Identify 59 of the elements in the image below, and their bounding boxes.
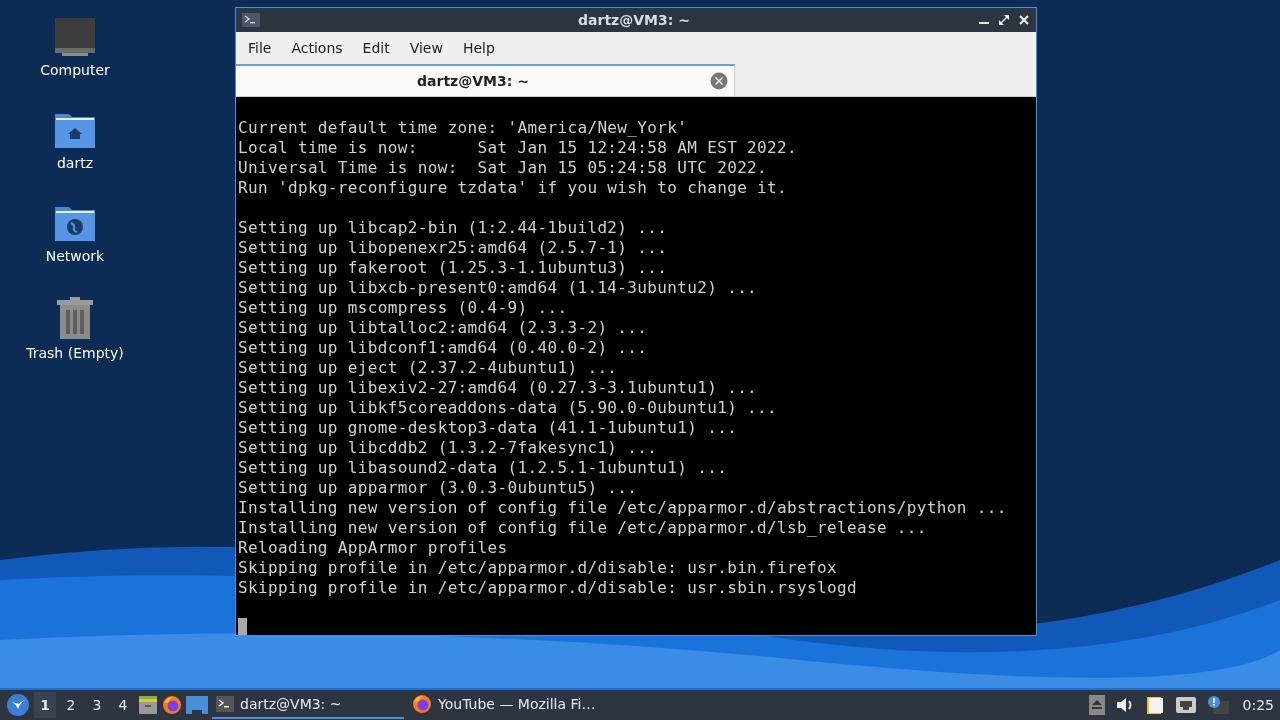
taskbar-task[interactable]: dartz@VM3: ~ xyxy=(212,691,404,719)
notification-icon[interactable] xyxy=(1206,695,1229,715)
terminal-tab[interactable]: dartz@VM3: ~ xyxy=(236,64,735,96)
firefox-icon xyxy=(162,695,182,715)
terminal-line: Skipping profile in /etc/apparmor.d/disable: usr.sbin.rsyslogd xyxy=(238,578,858,598)
desktop-icon-label[interactable]: Computer xyxy=(40,62,110,78)
terminal-line: Setting up libasound2-data (1.2.5.1-1ubuntu1) ... xyxy=(238,458,729,478)
file-cabinet-icon[interactable] xyxy=(138,695,158,715)
maximize-icon[interactable] xyxy=(998,14,1010,26)
clipboard-icon[interactable] xyxy=(1144,695,1165,715)
workspace-button[interactable]: 4 xyxy=(112,692,134,718)
start-menu-icon[interactable] xyxy=(6,693,30,717)
terminal-line: Setting up libcap2-bin (1:2.44-1build2) ... xyxy=(238,218,669,238)
terminal-icon xyxy=(216,696,234,712)
terminal-line: Setting up mscompress (0.4-9) ... xyxy=(238,298,569,318)
close-icon[interactable] xyxy=(1018,14,1030,26)
workspace-button[interactable]: 1 xyxy=(34,692,56,718)
menu-item[interactable]: Edit xyxy=(352,36,400,60)
taskbar-task[interactable]: YouTube — Mozilla Fi… xyxy=(408,691,600,719)
terminal-line: Run 'dpkg-reconfigure tzdata' if you wish to change it. xyxy=(238,178,789,198)
terminal-line: Setting up fakeroot (1.25.3-1.1ubuntu3) ... xyxy=(238,258,669,278)
terminal-line: Local time is now: Sat Jan 15 12:24:58 AM EST 2022. xyxy=(238,138,799,158)
eject-icon[interactable] xyxy=(1088,695,1105,715)
terminal-line: Setting up libkf5coreaddons-data (5.90.0-0ubuntu1) ... xyxy=(238,398,779,418)
terminal-line: Setting up libdconf1:amd64 (0.40.0-2) ... xyxy=(238,338,649,358)
menu-item[interactable]: View xyxy=(399,36,453,60)
network-folder-icon xyxy=(54,204,96,242)
terminal-line: Setting up apparmor (3.0.3-0ubuntu5) ... xyxy=(238,478,639,498)
terminal-icon xyxy=(242,13,260,27)
workspace-button[interactable]: 3 xyxy=(86,692,108,718)
monitor-icon xyxy=(54,18,96,56)
network-icon[interactable] xyxy=(1174,696,1197,714)
workspace-button[interactable]: 2 xyxy=(60,692,82,718)
terminal-line: Setting up libopenexr25:amd64 (2.5.7-1) ... xyxy=(238,238,669,258)
terminal-line: Universal Time is now: Sat Jan 15 05:24:58 UTC 2022. xyxy=(238,158,769,178)
terminal-line: Installing new version of config file /etc/apparmor.d/abstractions/python ... xyxy=(238,498,1008,518)
firefox-icon xyxy=(412,694,432,714)
text-cursor xyxy=(238,618,247,635)
trash-icon xyxy=(56,297,94,339)
terminal-line: Installing new version of config file /etc/apparmor.d/lsb_release ... xyxy=(238,518,928,538)
window-title: dartz@VM3: ~ xyxy=(577,12,691,28)
desktop-icon-label[interactable]: Network xyxy=(45,248,105,264)
terminal-line: Setting up libexiv2-27:amd64 (0.27.3-3.1ubuntu1) ... xyxy=(238,378,759,398)
menu-item[interactable]: File xyxy=(238,36,282,60)
desktop-icon-label[interactable]: dartz xyxy=(56,155,94,171)
terminal-line: Setting up eject (2.37.2-4ubuntu1) ... xyxy=(238,358,619,378)
terminal-line: Skipping profile in /etc/apparmor.d/disable: usr.bin.firefox xyxy=(238,558,838,578)
desktop-icon-label[interactable]: Trash (Empty) xyxy=(26,345,124,361)
terminal-line: Setting up libtalloc2:amd64 (2.3.3-2) ... xyxy=(238,318,649,338)
menu-item[interactable]: Help xyxy=(452,36,505,60)
terminal-line: Setting up gnome-desktop3-data (41.1-1ubuntu1) ... xyxy=(238,418,739,438)
window-icon[interactable] xyxy=(186,696,208,714)
terminal-line: Setting up libcddb2 (1.3.2-7fakesync1) ... xyxy=(238,438,659,458)
clock: 0:25 xyxy=(1242,697,1274,713)
terminal-line: Setting up libxcb-present0:amd64 (1.14-3ubuntu2) ... xyxy=(238,278,759,298)
terminal-line: Reloading AppArmor profiles xyxy=(238,538,509,558)
terminal-line: Current default time zone: 'America/New_York' xyxy=(238,118,689,138)
menu-item[interactable]: Actions xyxy=(281,36,353,60)
home-folder-icon xyxy=(54,111,96,149)
